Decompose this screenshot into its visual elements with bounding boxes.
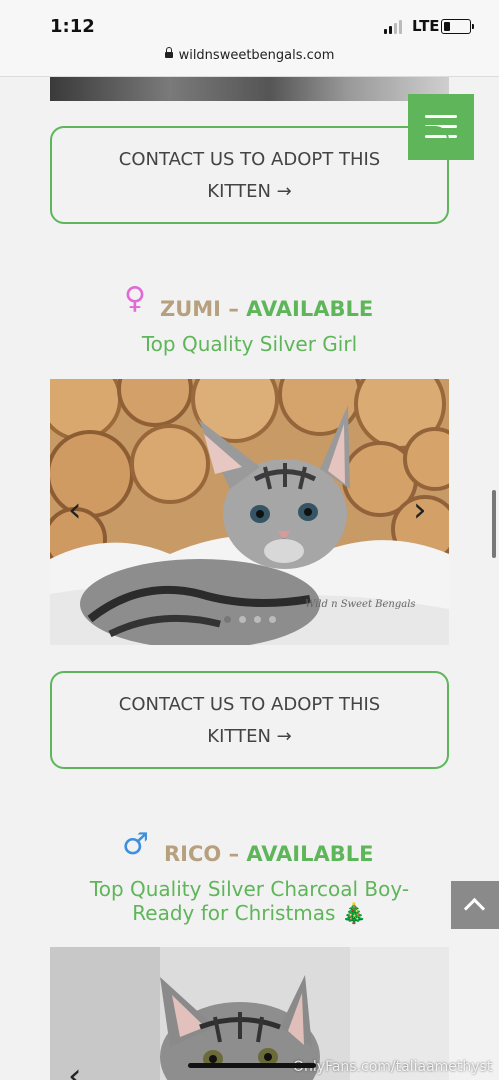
next-slide-button[interactable]: › bbox=[413, 493, 427, 527]
contact-adopt-button[interactable]: CONTACT US TO ADOPT THIS KITTEN → bbox=[50, 671, 449, 769]
separator: – bbox=[228, 297, 239, 321]
contact-label-line2: KITTEN → bbox=[207, 726, 292, 747]
contact-label-line2: KITTEN → bbox=[207, 181, 292, 202]
home-indicator[interactable] bbox=[188, 1063, 316, 1068]
prev-slide-button[interactable]: ‹ bbox=[68, 1059, 82, 1080]
photo-watermark: Wild n Sweet Bengals bbox=[305, 599, 416, 610]
kitten-name: RICO bbox=[164, 842, 222, 866]
contact-adopt-button[interactable]: CONTACT US TO ADOPT THIS KITTEN → bbox=[50, 126, 449, 224]
scroll-to-top-button[interactable] bbox=[451, 881, 499, 929]
kitten-name-heading: RICO – AVAILABLE bbox=[164, 842, 373, 866]
availability: AVAILABLE bbox=[246, 842, 374, 866]
lock-icon bbox=[164, 46, 173, 58]
watermark-overlay: OnlyFans.com/taliaamethyst bbox=[293, 1059, 493, 1075]
separator: – bbox=[228, 842, 240, 866]
kitten-photo-slider[interactable]: ‹ › Wild n Sweet Bengals bbox=[50, 379, 449, 645]
subtitle-line2: Ready for Christmas 🎄 bbox=[132, 901, 367, 925]
contact-label-line1: CONTACT US TO ADOPT THIS bbox=[118, 694, 381, 715]
scrollbar[interactable] bbox=[492, 490, 496, 558]
status-bar: 1:12 LTE wildnsweetbengals.com bbox=[0, 0, 499, 77]
clock: 1:12 bbox=[50, 16, 95, 37]
prev-slide-button[interactable]: ‹ bbox=[68, 493, 82, 527]
kitten-subtitle: Top Quality Silver Girl bbox=[141, 332, 358, 356]
previous-kitten-photo bbox=[50, 77, 449, 101]
url-bar[interactable]: wildnsweetbengals.com bbox=[0, 46, 499, 63]
subtitle-line1: Top Quality Silver Charcoal Boy- bbox=[89, 877, 410, 901]
contact-label-line1: CONTACT US TO ADOPT THIS bbox=[118, 149, 381, 170]
url-text: wildnsweetbengals.com bbox=[178, 48, 335, 63]
signal-icon bbox=[384, 20, 402, 34]
network-label: LTE bbox=[412, 17, 440, 35]
male-icon: ♂ bbox=[122, 827, 149, 862]
female-icon: ♀ bbox=[124, 281, 146, 316]
slider-dots[interactable] bbox=[224, 616, 276, 623]
kitten-name: ZUMI bbox=[160, 297, 221, 321]
battery-icon bbox=[441, 19, 474, 34]
kitten-name-heading: ZUMI – AVAILABLE bbox=[160, 297, 373, 321]
kitten-subtitle: Top Quality Silver Charcoal Boy- Ready f… bbox=[50, 877, 449, 925]
availability: AVAILABLE bbox=[246, 297, 374, 321]
